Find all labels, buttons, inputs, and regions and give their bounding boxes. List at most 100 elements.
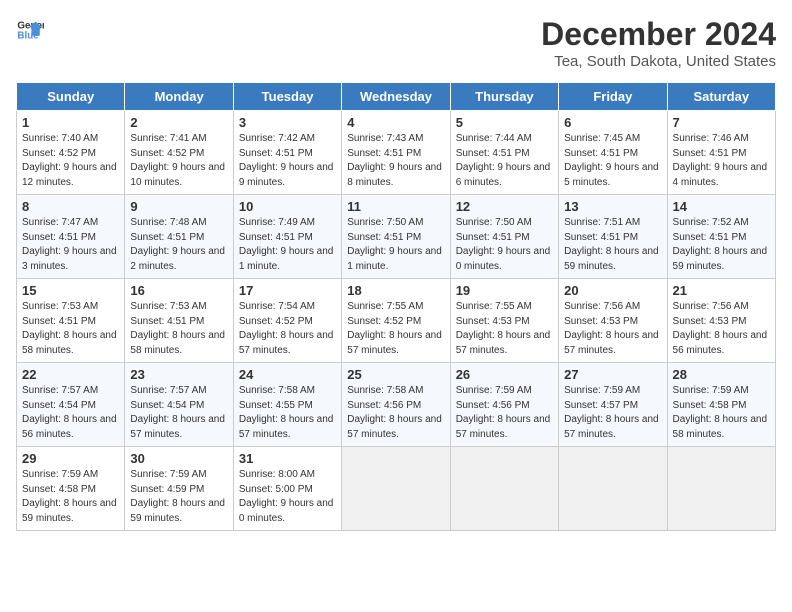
calendar-cell: 8 Sunrise: 7:47 AMSunset: 4:51 PMDaylight… (17, 195, 125, 279)
calendar-cell: 16Sunrise: 7:53 AMSunset: 4:51 PMDayligh… (125, 279, 233, 363)
calendar-cell: 25Sunrise: 7:58 AMSunset: 4:56 PMDayligh… (342, 363, 450, 447)
subtitle: Tea, South Dakota, United States (541, 53, 776, 70)
title-block: December 2024 Tea, South Dakota, United … (541, 16, 776, 70)
day-number: 8 (22, 199, 119, 214)
day-header-thursday: Thursday (450, 83, 558, 111)
day-info: Sunrise: 7:51 AMSunset: 4:51 PMDaylight:… (564, 216, 661, 274)
calendar-cell: 18 Sunrise: 7:55 AMSunset: 4:52 PMDayligh… (342, 279, 450, 363)
days-header-row: SundayMondayTuesdayWednesdayThursdayFrid… (17, 83, 776, 111)
calendar-cell (667, 447, 775, 531)
calendar-cell (450, 447, 558, 531)
day-info: Sunrise: 7:56 AMSunset: 4:53 PMDaylight:… (673, 300, 770, 358)
day-number: 5 (456, 115, 553, 130)
day-info: Sunrise: 7:44 AMSunset: 4:51 PMDaylight:… (456, 132, 553, 190)
day-number: 1 (22, 115, 119, 130)
week-row: 22 Sunrise: 7:57 AMSunset: 4:54 PMDayligh… (17, 363, 776, 447)
day-info: Sunrise: 7:47 AMSunset: 4:51 PMDaylight:… (22, 216, 119, 274)
day-number: 6 (564, 115, 661, 130)
day-info: Sunrise: 7:52 AMSunset: 4:51 PMDaylight:… (673, 216, 770, 274)
day-header-sunday: Sunday (17, 83, 125, 111)
day-info: Sunrise: 7:59 AMSunset: 4:58 PMDaylight:… (673, 384, 770, 442)
day-number: 9 (130, 199, 227, 214)
day-info: Sunrise: 7:59 AMSunset: 4:57 PMDaylight:… (564, 384, 661, 442)
day-info: Sunrise: 7:55 AMSunset: 4:53 PMDaylight:… (456, 300, 553, 358)
day-info: Sunrise: 7:59 AMSunset: 4:56 PMDaylight:… (456, 384, 553, 442)
calendar-cell: 14 Sunrise: 7:52 AMSunset: 4:51 PMDayligh… (667, 195, 775, 279)
page-header: General Blue December 2024 Tea, South Da… (16, 16, 776, 70)
week-row: 15 Sunrise: 7:53 AMSunset: 4:51 PMDayligh… (17, 279, 776, 363)
calendar-cell: 17 Sunrise: 7:54 AMSunset: 4:52 PMDayligh… (233, 279, 341, 363)
day-number: 17 (239, 283, 336, 298)
day-number: 19 (456, 283, 553, 298)
day-number: 14 (673, 199, 770, 214)
calendar-cell: 2 Sunrise: 7:41 AMSunset: 4:52 PMDaylight… (125, 111, 233, 195)
calendar-cell: 22 Sunrise: 7:57 AMSunset: 4:54 PMDayligh… (17, 363, 125, 447)
week-row: 1 Sunrise: 7:40 AMSunset: 4:52 PMDaylight… (17, 111, 776, 195)
day-number: 28 (673, 367, 770, 382)
day-info: Sunrise: 7:54 AMSunset: 4:52 PMDaylight:… (239, 300, 336, 358)
calendar-cell: 3 Sunrise: 7:42 AMSunset: 4:51 PMDaylight… (233, 111, 341, 195)
calendar-cell: 12Sunrise: 7:50 AMSunset: 4:51 PMDayligh… (450, 195, 558, 279)
calendar-cell: 24 Sunrise: 7:58 AMSunset: 4:55 PMDayligh… (233, 363, 341, 447)
day-number: 31 (239, 451, 336, 466)
day-header-friday: Friday (559, 83, 667, 111)
day-number: 24 (239, 367, 336, 382)
calendar-cell: 21 Sunrise: 7:56 AMSunset: 4:53 PMDayligh… (667, 279, 775, 363)
day-number: 2 (130, 115, 227, 130)
calendar-cell: 10Sunrise: 7:49 AMSunset: 4:51 PMDayligh… (233, 195, 341, 279)
day-header-saturday: Saturday (667, 83, 775, 111)
calendar-cell: 29 Sunrise: 7:59 AMSunset: 4:58 PMDayligh… (17, 447, 125, 531)
day-number: 26 (456, 367, 553, 382)
day-info: Sunrise: 7:43 AMSunset: 4:51 PMDaylight:… (347, 132, 444, 190)
day-info: Sunrise: 7:46 AMSunset: 4:51 PMDaylight:… (673, 132, 770, 190)
day-info: Sunrise: 7:45 AMSunset: 4:51 PMDaylight:… (564, 132, 661, 190)
day-number: 30 (130, 451, 227, 466)
day-header-tuesday: Tuesday (233, 83, 341, 111)
day-number: 7 (673, 115, 770, 130)
day-info: Sunrise: 7:53 AMSunset: 4:51 PMDaylight:… (130, 300, 227, 358)
logo: General Blue (16, 16, 44, 44)
calendar-cell: 6 Sunrise: 7:45 AMSunset: 4:51 PMDaylight… (559, 111, 667, 195)
calendar-cell: 13 Sunrise: 7:51 AMSunset: 4:51 PMDayligh… (559, 195, 667, 279)
calendar-cell (342, 447, 450, 531)
day-number: 13 (564, 199, 661, 214)
calendar-cell: 9 Sunrise: 7:48 AMSunset: 4:51 PMDaylight… (125, 195, 233, 279)
week-row: 8 Sunrise: 7:47 AMSunset: 4:51 PMDaylight… (17, 195, 776, 279)
day-number: 29 (22, 451, 119, 466)
day-number: 15 (22, 283, 119, 298)
day-info: Sunrise: 7:57 AMSunset: 4:54 PMDaylight:… (22, 384, 119, 442)
calendar-cell: 19 Sunrise: 7:55 AMSunset: 4:53 PMDayligh… (450, 279, 558, 363)
day-info: Sunrise: 7:42 AMSunset: 4:51 PMDaylight:… (239, 132, 336, 190)
calendar-cell: 5 Sunrise: 7:44 AMSunset: 4:51 PMDaylight… (450, 111, 558, 195)
day-info: Sunrise: 7:55 AMSunset: 4:52 PMDaylight:… (347, 300, 444, 358)
day-info: Sunrise: 7:50 AMSunset: 4:51 PMDaylight:… (347, 216, 444, 274)
day-header-monday: Monday (125, 83, 233, 111)
day-number: 20 (564, 283, 661, 298)
day-number: 11 (347, 199, 444, 214)
day-info: Sunrise: 7:59 AMSunset: 4:59 PMDaylight:… (130, 468, 227, 526)
calendar-cell: 7 Sunrise: 7:46 AMSunset: 4:51 PMDaylight… (667, 111, 775, 195)
day-number: 21 (673, 283, 770, 298)
day-info: Sunrise: 7:59 AMSunset: 4:58 PMDaylight:… (22, 468, 119, 526)
calendar-cell: 11 Sunrise: 7:50 AMSunset: 4:51 PMDayligh… (342, 195, 450, 279)
calendar-cell: 23Sunrise: 7:57 AMSunset: 4:54 PMDayligh… (125, 363, 233, 447)
day-number: 18 (347, 283, 444, 298)
day-number: 3 (239, 115, 336, 130)
day-info: Sunrise: 7:40 AMSunset: 4:52 PMDaylight:… (22, 132, 119, 190)
logo-icon: General Blue (16, 16, 44, 44)
day-number: 22 (22, 367, 119, 382)
calendar-table: SundayMondayTuesdayWednesdayThursdayFrid… (16, 82, 776, 531)
calendar-cell: 26 Sunrise: 7:59 AMSunset: 4:56 PMDayligh… (450, 363, 558, 447)
day-header-wednesday: Wednesday (342, 83, 450, 111)
day-number: 25 (347, 367, 444, 382)
day-info: Sunrise: 7:53 AMSunset: 4:51 PMDaylight:… (22, 300, 119, 358)
day-info: Sunrise: 7:41 AMSunset: 4:52 PMDaylight:… (130, 132, 227, 190)
calendar-cell: 28 Sunrise: 7:59 AMSunset: 4:58 PMDayligh… (667, 363, 775, 447)
calendar-cell: 20Sunrise: 7:56 AMSunset: 4:53 PMDayligh… (559, 279, 667, 363)
day-info: Sunrise: 7:48 AMSunset: 4:51 PMDaylight:… (130, 216, 227, 274)
week-row: 29 Sunrise: 7:59 AMSunset: 4:58 PMDayligh… (17, 447, 776, 531)
day-info: Sunrise: 7:58 AMSunset: 4:55 PMDaylight:… (239, 384, 336, 442)
calendar-cell: 31Sunrise: 8:00 AMSunset: 5:00 PMDayligh… (233, 447, 341, 531)
day-info: Sunrise: 7:49 AMSunset: 4:51 PMDaylight:… (239, 216, 336, 274)
day-number: 12 (456, 199, 553, 214)
